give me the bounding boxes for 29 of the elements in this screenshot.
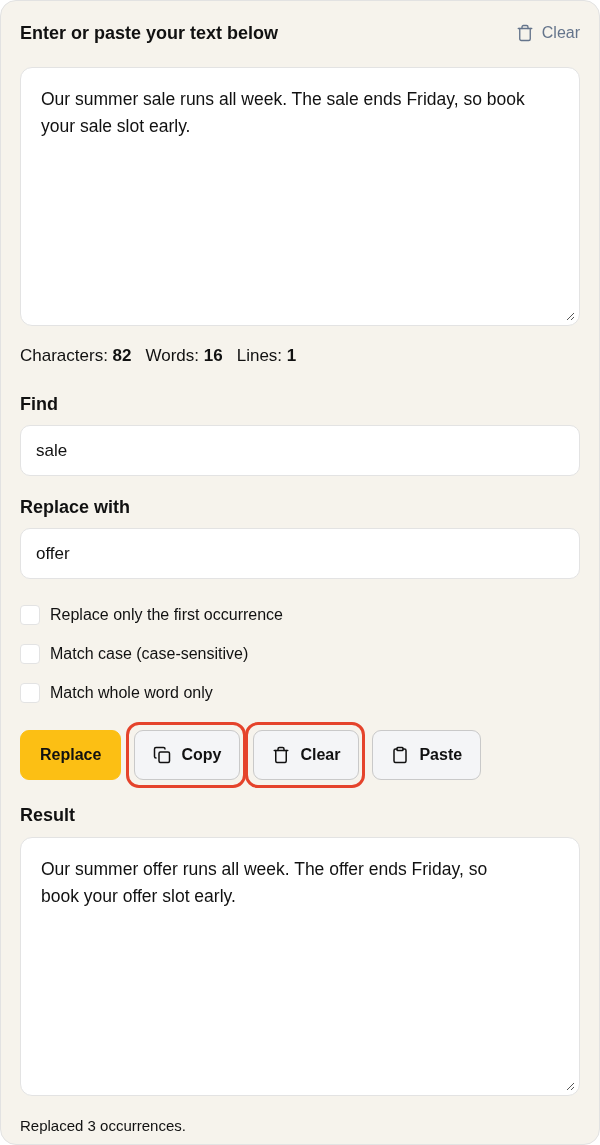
result-text-area[interactable]: Our summer offer runs all week. The offer ends Friday, so book your offer slot early. — [20, 837, 580, 1096]
find-label: Find — [20, 393, 59, 415]
resize-grip-icon[interactable] — [566, 312, 575, 321]
result-label: Result — [20, 804, 76, 826]
checkbox[interactable] — [20, 644, 40, 664]
trash-icon — [515, 24, 534, 42]
input-field[interactable]: sale — [20, 425, 580, 476]
clear-link[interactable]: Clear — [515, 21, 580, 45]
copy-button[interactable]: Copy — [134, 730, 241, 780]
copy-icon — [153, 746, 172, 764]
replace-button[interactable]: Replace — [20, 730, 122, 780]
clipboard-icon — [391, 746, 410, 764]
option-label: Match case (case-sensitive) — [50, 644, 249, 664]
option-label: Replace only the first occurrence — [50, 605, 283, 625]
clear-button[interactable]: Clear — [253, 730, 360, 780]
source-text-area[interactable]: Our summer sale runs all week. The sale ends Friday, so book your sale slot early. — [20, 67, 580, 326]
option-label: Match whole word only — [50, 683, 213, 703]
paste-button[interactable]: Paste — [372, 730, 482, 780]
replace-label: Replace with — [20, 496, 132, 518]
checkbox[interactable] — [20, 683, 40, 703]
trash-icon — [272, 746, 291, 764]
resize-grip-icon[interactable] — [566, 1082, 575, 1091]
stat-text: Words: 16 — [145, 345, 223, 367]
section-title: Enter or paste your text below — [20, 21, 279, 45]
status-text: Replaced 3 occurrences. — [20, 1116, 187, 1136]
stat-text: Lines: 1 — [236, 345, 297, 367]
stat-text: Characters: 82 — [20, 345, 132, 367]
input-field[interactable]: offer — [20, 528, 580, 579]
checkbox[interactable] — [20, 605, 40, 625]
